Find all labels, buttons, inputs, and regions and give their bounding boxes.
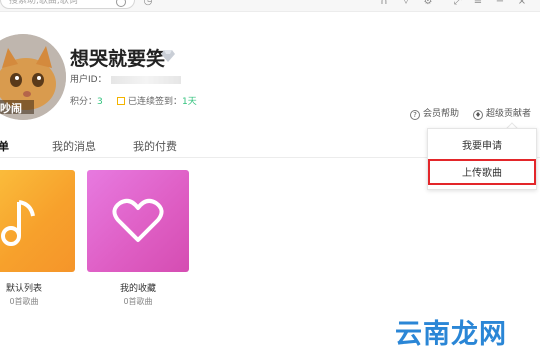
checkin-status[interactable]: 已连续签到：1天 [117, 94, 197, 107]
heart-icon [112, 198, 164, 242]
playlist-cover-favorites[interactable] [87, 170, 189, 272]
contributor-dropdown: 我要申请 上传歌曲 [427, 128, 537, 190]
menu-item-upload-song[interactable]: 上传歌曲 [428, 159, 536, 185]
checkin-value: 1天 [182, 97, 197, 107]
member-help-link[interactable]: ? 会员帮助 [410, 106, 459, 120]
checkin-icon [117, 97, 125, 105]
mini-mode-icon[interactable]: ⤢ [452, 0, 464, 8]
playlist-count: 0首歌曲 [123, 297, 153, 306]
menu-item-apply[interactable]: 我要申请 [428, 134, 536, 160]
playlist-cover-default[interactable] [0, 170, 75, 272]
points-label: 积分： [70, 97, 98, 107]
checkin-label: 已连续签到： [128, 97, 183, 107]
top-bar: 搜索助,歌曲,歌词 ◷ ∩ ▿ ⚙ ⤢ ≡ − × [0, 0, 540, 12]
tab-playlists[interactable]: 歌单 [0, 138, 9, 154]
playlist-count: 0首歌曲 [9, 297, 39, 306]
member-help-label: 会员帮助 [423, 109, 460, 119]
playlist-title[interactable]: 我的收藏 [87, 281, 189, 294]
music-note-icon [1, 200, 35, 246]
tab-my-purchases[interactable]: 我的付费 [133, 138, 177, 154]
search-input[interactable]: 搜索助,歌曲,歌词 [0, 0, 135, 9]
menu-icon[interactable]: ≡ [472, 0, 484, 8]
settings-icon[interactable]: ⚙ [422, 0, 434, 8]
avatar[interactable]: 吵闹 [0, 34, 66, 120]
history-icon[interactable]: ◷ [142, 0, 154, 8]
headphones-icon[interactable]: ∩ [378, 0, 390, 8]
playlist-title[interactable]: 默认列表 [0, 281, 75, 294]
points: 积分：3 [70, 94, 103, 107]
tab-my-messages[interactable]: 我的消息 [52, 138, 96, 154]
skin-icon[interactable]: ▿ [400, 0, 412, 8]
points-value: 3 [97, 97, 103, 107]
super-contributor-label: 超级贡献者 [486, 109, 532, 119]
minimize-icon[interactable]: − [494, 0, 506, 8]
diamond-icon [161, 50, 175, 62]
user-id-value-redacted [110, 75, 181, 84]
user-id-label: 用户ID： [70, 75, 107, 85]
site-watermark: 云南龙网 [395, 319, 507, 350]
super-contributor-link[interactable]: ♦ 超级贡献者 [473, 106, 531, 120]
avatar-caption: 吵闹 [0, 102, 22, 115]
username: 想哭就要笑 [70, 48, 166, 70]
user-id: 用户ID： [70, 72, 181, 85]
question-icon: ? [410, 110, 420, 120]
close-icon[interactable]: × [516, 0, 528, 8]
medal-icon: ♦ [473, 110, 483, 120]
